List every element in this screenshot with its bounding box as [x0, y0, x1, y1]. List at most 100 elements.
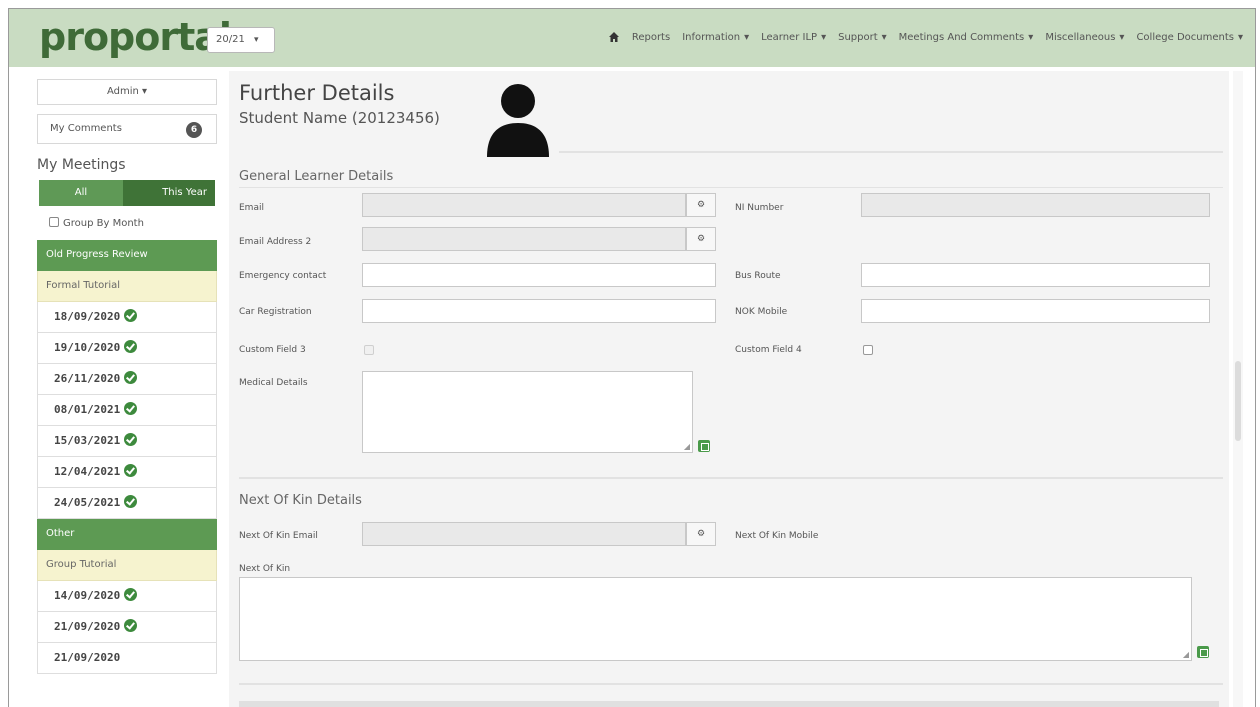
bus-route-field[interactable] [861, 263, 1210, 287]
sidebar: Admin ▾ My Comments 6 My Meetings All Th… [37, 79, 217, 674]
next-of-kin-email-settings-button[interactable]: ⚙ [686, 522, 716, 546]
nav-item-label: Reports [631, 32, 671, 43]
nav-item-label: Meetings And Comments [898, 32, 1025, 43]
chevron-down-icon: ▾ [1119, 32, 1125, 43]
meeting-group-header[interactable]: Old Progress Review [37, 240, 217, 271]
nav-item-support[interactable]: Support ▾ [832, 28, 893, 48]
meeting-date: 21/09/2020 [54, 651, 121, 664]
home-link[interactable] [602, 28, 626, 48]
car-registration-field[interactable] [362, 299, 716, 323]
nav-item-label: Miscellaneous [1045, 32, 1116, 43]
section-divider-2 [239, 477, 1223, 479]
app-window: proportal 20/21 ▾ Reports Information ▾ Lear… [8, 8, 1256, 707]
medical-details-label: Medical Details [239, 378, 308, 388]
next-of-kin-email-field[interactable] [362, 522, 686, 546]
check-circle-icon [124, 619, 138, 632]
chevron-down-icon: ▾ [254, 35, 259, 45]
next-of-kin-email-label: Next Of Kin Email [239, 531, 318, 541]
admin-menu-button[interactable]: Admin ▾ [37, 79, 217, 105]
custom-field-4-label: Custom Field 4 [735, 345, 802, 355]
header-divider [559, 151, 1223, 153]
email-field[interactable] [362, 193, 686, 217]
ni-number-field[interactable] [861, 193, 1210, 217]
group-by-month-checkbox[interactable] [49, 217, 59, 227]
emergency-contact-label: Emergency contact [239, 271, 327, 281]
general-learner-details-heading: General Learner Details [239, 169, 394, 184]
meeting-date: 08/01/2021 [54, 403, 121, 416]
check-circle-icon [124, 495, 138, 508]
meeting-date: 19/10/2020 [54, 341, 121, 354]
resize-grip-icon[interactable]: ◢ [684, 442, 690, 451]
custom-field-4-checkbox[interactable] [863, 345, 873, 355]
email-settings-button[interactable]: ⚙ [686, 193, 716, 217]
email-label: Email [239, 203, 264, 213]
medical-details-edit-icon[interactable] [698, 440, 710, 452]
custom-field-3-checkbox[interactable] [364, 345, 374, 355]
group-by-month-toggle[interactable]: Group By Month [37, 214, 217, 234]
group-by-month-label: Group By Month [63, 218, 144, 229]
medical-details-textarea[interactable]: ◢ [362, 371, 693, 453]
email-address-2-field[interactable] [362, 227, 686, 251]
nav-item-reports[interactable]: Reports [626, 28, 676, 48]
meeting-date-item[interactable]: 15/03/2021 [37, 426, 217, 457]
page-scrollbar[interactable] [1233, 71, 1243, 707]
meeting-date: 26/11/2020 [54, 372, 121, 385]
emergency-contact-field[interactable] [362, 263, 716, 287]
top-navbar: proportal 20/21 ▾ Reports Information ▾ Lear… [9, 9, 1255, 67]
section-divider-3 [239, 683, 1223, 685]
meeting-type-header[interactable]: Formal Tutorial [37, 271, 217, 302]
nok-mobile-label: NOK Mobile [735, 307, 788, 317]
meeting-date: 21/09/2020 [54, 620, 121, 633]
meeting-list: Old Progress Review Formal Tutorial 18/09/… [37, 240, 217, 674]
check-circle-icon [124, 340, 138, 353]
meeting-date: 18/09/2020 [54, 310, 121, 323]
my-comments-link[interactable]: My Comments 6 [37, 114, 217, 144]
check-circle-icon [124, 588, 138, 601]
check-circle-icon [124, 433, 138, 446]
meeting-group-header[interactable]: Other [37, 519, 217, 550]
custom-field-3-label: Custom Field 3 [239, 345, 306, 355]
next-of-kin-mobile-label: Next Of Kin Mobile [735, 531, 819, 541]
nav-item-meetings-and-comments[interactable]: Meetings And Comments ▾ [893, 28, 1040, 48]
nok-mobile-field[interactable] [861, 299, 1210, 323]
nav-item-label: Information [682, 32, 741, 43]
meeting-date-item[interactable]: 26/11/2020 [37, 364, 217, 395]
meeting-date-item[interactable]: 24/05/2021 [37, 488, 217, 519]
next-section-bar [239, 701, 1219, 707]
nav-item-information[interactable]: Information ▾ [676, 28, 755, 48]
meeting-date: 15/03/2021 [54, 434, 121, 447]
my-comments-label: My Comments [50, 123, 122, 134]
section-divider [239, 187, 1223, 188]
check-circle-icon [124, 371, 138, 384]
next-of-kin-edit-icon[interactable] [1197, 646, 1209, 658]
meeting-date-item[interactable]: 12/04/2021 [37, 457, 217, 488]
meeting-date-item[interactable]: 19/10/2020 [37, 333, 217, 364]
meeting-date-item[interactable]: 14/09/2020 [37, 581, 217, 612]
meeting-date-item[interactable]: 21/09/2020 [37, 643, 217, 674]
scrollbar-thumb[interactable] [1235, 361, 1241, 441]
proportal-logo[interactable]: proportal [39, 15, 232, 59]
ni-number-label: NI Number [735, 203, 784, 213]
meeting-date-item[interactable]: 21/09/2020 [37, 612, 217, 643]
nav-item-label: College Documents [1136, 32, 1234, 43]
logo-o-glyph: o [134, 15, 160, 59]
email-address-2-label: Email Address 2 [239, 237, 312, 247]
email-address-2-settings-button[interactable]: ⚙ [686, 227, 716, 251]
nav-item-college-documents[interactable]: College Documents ▾ [1130, 28, 1249, 48]
meeting-date-item[interactable]: 08/01/2021 [37, 395, 217, 426]
meeting-type-header[interactable]: Group Tutorial [37, 550, 217, 581]
academic-year-select[interactable]: 20/21 ▾ [207, 27, 275, 53]
meeting-date: 12/04/2021 [54, 465, 121, 478]
nav-item-miscellaneous[interactable]: Miscellaneous ▾ [1039, 28, 1130, 48]
filter-all-button[interactable]: All [39, 180, 123, 206]
resize-grip-icon[interactable]: ◢ [1183, 650, 1189, 659]
next-of-kin-textarea[interactable]: ◢ [239, 577, 1192, 661]
meeting-date-item[interactable]: 18/09/2020 [37, 302, 217, 333]
further-details-panel: Further Details Student Name (20123456) … [229, 71, 1229, 707]
filter-this-year-button[interactable]: This Year [123, 180, 215, 206]
check-circle-icon [124, 402, 138, 415]
nav-item-learner-ilp[interactable]: Learner ILP ▾ [755, 28, 832, 48]
chevron-down-icon: ▾ [821, 32, 827, 43]
student-avatar-icon [487, 84, 549, 157]
main-nav: Reports Information ▾ Learner ILP ▾ Support ▾ M… [602, 28, 1249, 48]
